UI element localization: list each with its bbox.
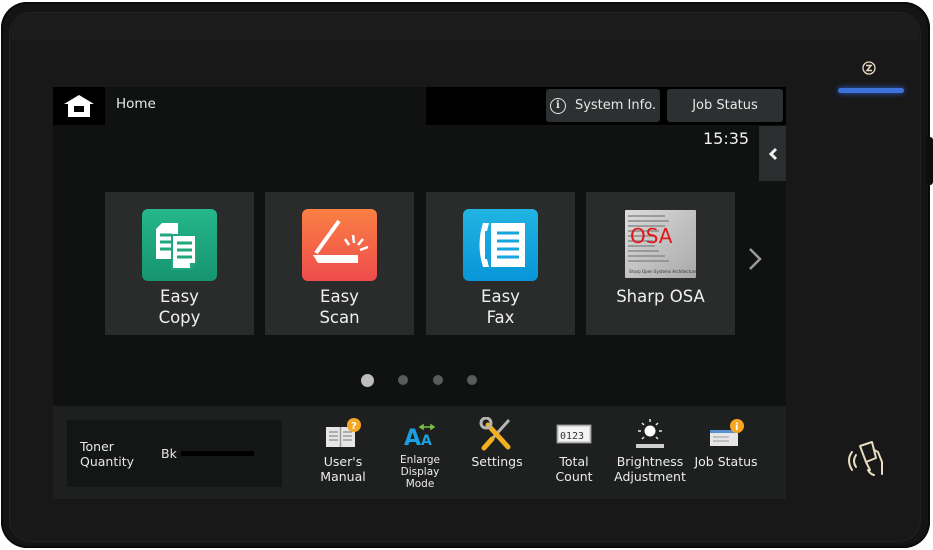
clock: 15:35 (703, 129, 750, 148)
tile-label-line2: Scan (319, 308, 360, 327)
collapse-panel-button[interactable] (759, 126, 786, 181)
svg-text:0123: 0123 (560, 431, 584, 442)
svg-text:?: ? (351, 421, 357, 432)
settings-button[interactable]: Settings (458, 414, 536, 469)
page-dot-2[interactable] (398, 375, 408, 385)
wrench-screwdriver-icon (479, 417, 511, 451)
system-info-label: System Info. (574, 98, 657, 113)
touch-screen: Home i System Info. Job Status 15:35 Eas… (53, 87, 786, 499)
system-info-button[interactable]: i System Info. (546, 89, 660, 122)
toner-color-label: Bk (161, 446, 177, 461)
enlarge-text-icon: A A (404, 423, 436, 449)
home-icon (64, 95, 94, 117)
page-dot-4[interactable] (467, 375, 477, 385)
screen-title: Home (116, 96, 156, 112)
chevron-right-icon (749, 248, 762, 270)
users-manual-button[interactable]: ? User's Manual (304, 414, 382, 484)
osa-logo-icon: OSA Sharp Open Systems Architecture (625, 210, 697, 278)
side-tab (926, 137, 933, 185)
job-status-label: Job Status (692, 98, 758, 113)
easy-fax-tile[interactable]: Easy Fax (426, 192, 575, 335)
tile-label-line2: Copy (158, 308, 201, 327)
status-led (838, 88, 904, 93)
tile-label: Sharp OSA (616, 287, 705, 306)
toner-label: Toner Quantity (80, 439, 135, 469)
toner-quantity-panel: Toner Quantity Bk (67, 420, 282, 487)
nfc-touch-icon (848, 441, 883, 476)
svg-text:A: A (421, 433, 432, 449)
copy-icon (142, 209, 217, 281)
fax-icon (463, 209, 538, 281)
scanner-icon (302, 209, 377, 281)
page-dot-3[interactable] (433, 375, 443, 385)
home-button[interactable] (53, 87, 105, 125)
sharp-osa-tile[interactable]: OSA Sharp Open Systems Architecture Shar… (586, 192, 735, 335)
job-status-button[interactable]: Job Status (667, 89, 783, 122)
page-dot-1[interactable] (361, 373, 374, 387)
chevron-left-icon (768, 147, 777, 160)
power-icon (862, 61, 876, 75)
svg-text:i: i (735, 422, 738, 433)
book-help-icon: ? (326, 418, 361, 447)
toner-level-bar (181, 451, 254, 456)
counter-icon: 0123 (556, 424, 592, 444)
bezel-top (11, 14, 919, 40)
easy-copy-tile[interactable]: Easy Copy (105, 192, 254, 335)
brightness-adjustment-button[interactable]: Brightness Adjustment (611, 414, 689, 484)
job-status-icon: i (710, 419, 744, 446)
info-icon: i (549, 97, 566, 114)
brightness-icon (636, 419, 664, 448)
next-page-button[interactable] (748, 245, 762, 278)
enlarge-display-mode-button[interactable]: A A Enlarge Display Mode (381, 414, 459, 490)
tile-label-line1: Easy (320, 287, 359, 306)
tile-label-line1: Easy (160, 287, 199, 306)
svg-text:Sharp Open Systems Architectur: Sharp Open Systems Architecture (629, 269, 696, 274)
svg-text:A: A (404, 426, 421, 449)
bottom-toolbar: Toner Quantity Bk ? User's Manual A A En… (53, 406, 786, 499)
tile-label-line1: Easy (481, 287, 520, 306)
total-count-button[interactable]: 0123 Total Count (535, 414, 613, 484)
svg-text:OSA: OSA (630, 224, 673, 248)
easy-scan-tile[interactable]: Easy Scan (265, 192, 414, 335)
tile-label-line2: Fax (486, 308, 515, 327)
job-status-tool-button[interactable]: i Job Status (687, 414, 765, 469)
